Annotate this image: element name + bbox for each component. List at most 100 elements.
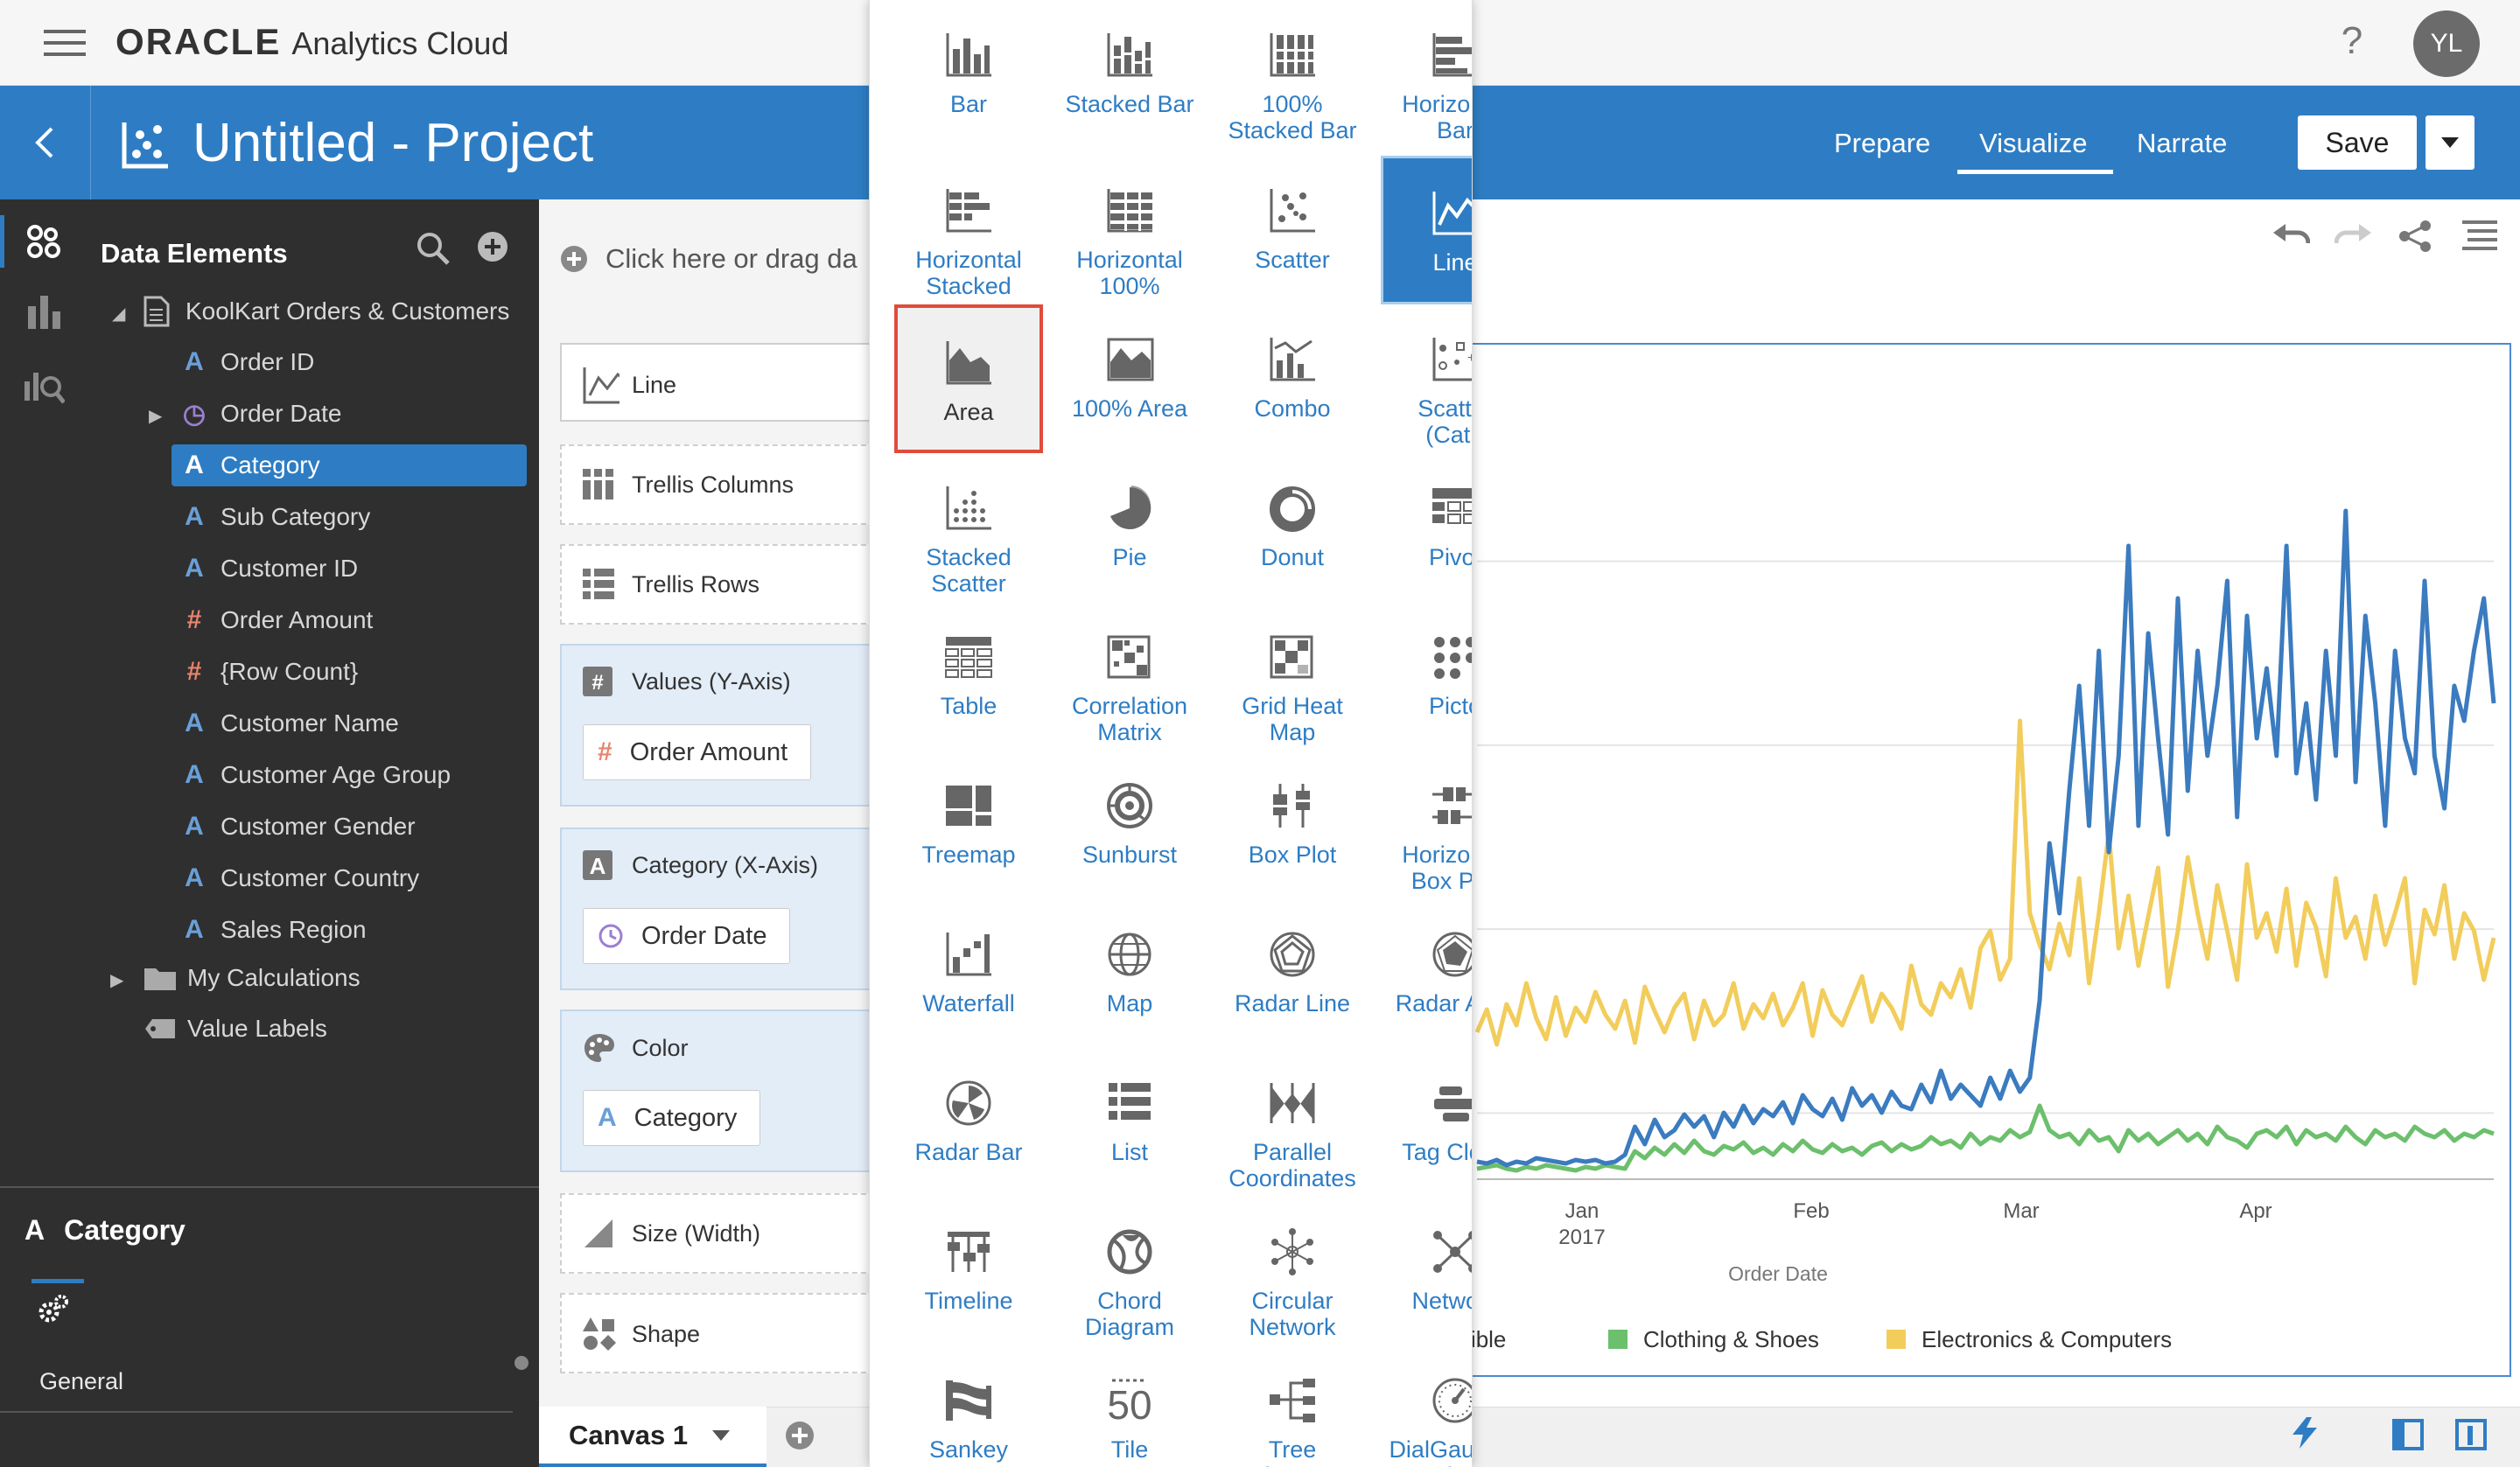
hamburger-menu-icon[interactable]	[44, 28, 86, 58]
viz-type-scatter[interactable]: Scatter	[1218, 156, 1367, 304]
viz-type-pivot[interactable]: Pivot	[1381, 453, 1472, 602]
canvas-tab[interactable]: Canvas 1	[539, 1407, 766, 1467]
viz-type-radar-line[interactable]: Radar Line	[1218, 899, 1367, 1048]
back-button[interactable]	[0, 86, 91, 199]
gear-icon[interactable]	[35, 1293, 70, 1328]
order-date-expand-icon[interactable]: ▶	[149, 405, 162, 427]
tab-narrate[interactable]: Narrate	[2137, 128, 2227, 159]
viz-type-scatter-cat[interactable]: + Scatter(Cat.)	[1381, 304, 1472, 453]
visualizations-icon[interactable]	[28, 294, 63, 329]
data-element-item[interactable]: # {Row Count}	[172, 651, 359, 693]
properties-general-label[interactable]: General	[39, 1368, 123, 1395]
values-y-axis-dropzone[interactable]: # Values (Y-Axis) # Order Amount	[560, 644, 875, 807]
viz-type-tree-diagram[interactable]: TreeDiagram	[1218, 1345, 1367, 1467]
viz-type-area[interactable]: Area	[894, 304, 1043, 453]
panel-resize-handle[interactable]	[514, 1356, 528, 1370]
tab-prepare[interactable]: Prepare	[1834, 128, 1930, 159]
menu-lines-icon[interactable]	[2462, 220, 2497, 250]
save-button[interactable]: Save	[2298, 115, 2417, 170]
viz-type-map[interactable]: Map	[1055, 899, 1204, 1048]
viz-type-pie[interactable]: Pie	[1055, 453, 1204, 602]
data-element-item[interactable]: A Customer ID	[172, 548, 358, 590]
save-dropdown-button[interactable]	[2426, 115, 2474, 170]
viz-type-bar[interactable]: Bar	[894, 0, 1043, 149]
order-amount-pill[interactable]: # Order Amount	[583, 724, 812, 780]
viz-type-chord-diagram[interactable]: Chord Diagram	[1055, 1197, 1204, 1345]
viz-type-tile[interactable]: 50 Tile	[1055, 1345, 1204, 1467]
data-element-item[interactable]: A Sales Region	[172, 909, 366, 951]
viz-type-parallel-coordinates[interactable]: Parallel Coordinates	[1218, 1048, 1367, 1197]
viz-type-treemap[interactable]: Treemap	[894, 751, 1043, 899]
add-icon[interactable]	[477, 231, 508, 262]
trellis-columns-dropzone[interactable]: Trellis Columns	[560, 444, 875, 525]
viz-type-tag-cloud[interactable]: Tag Cloud	[1381, 1048, 1472, 1197]
series-line-0[interactable]	[1476, 508, 2496, 1168]
lightning-icon[interactable]	[2291, 1417, 2320, 1449]
order-date-pill[interactable]: Order Date	[583, 908, 791, 964]
viz-type-percent-stacked-bar[interactable]: 100% Stacked Bar	[1218, 0, 1367, 149]
viz-type-stacked-bar[interactable]: Stacked Bar	[1055, 0, 1204, 149]
analytics-icon[interactable]	[24, 366, 65, 406]
help-icon[interactable]: ?	[2334, 19, 2370, 63]
redo-icon[interactable]	[2334, 220, 2371, 252]
viz-type-circular-network[interactable]: Circular Network	[1218, 1197, 1367, 1345]
viz-type-waterfall[interactable]: Waterfall	[894, 899, 1043, 1048]
category-x-axis-dropzone[interactable]: A Category (X-Axis) Order Date	[560, 828, 875, 990]
value-labels-item[interactable]: Value Labels	[144, 1008, 327, 1050]
avatar[interactable]: YL	[2413, 10, 2480, 77]
data-element-item[interactable]: A Customer Name	[172, 702, 399, 744]
data-element-item[interactable]: ◷ Order Date	[172, 393, 342, 435]
viz-type-percent-area[interactable]: 100% Area	[1055, 304, 1204, 453]
viz-type-donut[interactable]: Donut	[1218, 453, 1367, 602]
viz-type-grid-heat-map[interactable]: Grid Heat Map	[1218, 602, 1367, 751]
viz-type-line[interactable]: Line	[1381, 156, 1472, 304]
legend-label[interactable]: Electronics & Computers	[1922, 1326, 2172, 1352]
tab-visualize[interactable]: Visualize	[1979, 128, 2088, 159]
data-element-item[interactable]: A Customer Age Group	[172, 754, 451, 796]
color-dropzone[interactable]: Color A Category	[560, 1009, 875, 1172]
data-element-item[interactable]: A Customer Gender	[172, 806, 415, 848]
data-element-item[interactable]: A Sub Category	[172, 496, 370, 538]
legend-label[interactable]: Clothing & Shoes	[1643, 1326, 1819, 1352]
panel-layout-left-icon[interactable]	[2392, 1419, 2424, 1450]
calc-expand-icon[interactable]: ▶	[110, 969, 123, 991]
viz-type-horizontal-percent[interactable]: Horizontal 100%	[1055, 156, 1204, 304]
data-element-item[interactable]: A Customer Country	[172, 857, 419, 899]
viz-type-timeline[interactable]: Timeline	[894, 1197, 1043, 1345]
undo-icon[interactable]	[2273, 220, 2310, 252]
color-category-pill[interactable]: A Category	[583, 1090, 761, 1146]
viz-type-sunburst[interactable]: Sunburst	[1055, 751, 1204, 899]
viz-type-sankey[interactable]: Sankey	[894, 1345, 1043, 1467]
viz-type-correlation-matrix[interactable]: Correlation Matrix	[1055, 602, 1204, 751]
trellis-rows-dropzone[interactable]: Trellis Rows	[560, 544, 875, 625]
search-icon[interactable]	[416, 231, 451, 266]
data-element-item[interactable]: A Category	[172, 444, 527, 486]
share-icon[interactable]	[2398, 220, 2432, 252]
viz-type-combo[interactable]: Combo	[1218, 304, 1367, 453]
viz-type-box-plot[interactable]: Box Plot	[1218, 751, 1367, 899]
viz-type-table[interactable]: Table	[894, 602, 1043, 751]
viz-type-stacked-scatter[interactable]: Stacked Scatter	[894, 453, 1043, 602]
drop-hint[interactable]: Click here or drag da	[560, 243, 858, 275]
viz-type-selector[interactable]: Line	[560, 343, 875, 422]
page-title[interactable]: Untitled - Project	[192, 112, 593, 174]
viz-type-dial-gauge[interactable]: DialGaugeViz Plugin	[1381, 1345, 1472, 1467]
line-chart[interactable]: Jan2017FebMarAprOrder DateudibleClothing…	[1454, 345, 2510, 1375]
series-line-2[interactable]	[1474, 718, 2496, 1047]
data-element-item[interactable]: # Order Amount	[172, 599, 374, 641]
dataset-collapse-icon[interactable]: ◢	[112, 303, 125, 325]
viz-type-horizontal-bar[interactable]: HorizontalBar	[1381, 0, 1472, 149]
data-element-item[interactable]: A Order ID	[172, 341, 314, 383]
add-canvas-icon[interactable]	[785, 1421, 815, 1450]
dataset-item[interactable]: KoolKart Orders & Customers	[144, 290, 509, 332]
viz-type-horizontal-stacked[interactable]: Horizontal Stacked	[894, 156, 1043, 304]
viz-type-picto[interactable]: Picto	[1381, 602, 1472, 751]
viz-type-horizontal-box-plot[interactable]: HorizontalBox Plot	[1381, 751, 1472, 899]
shape-dropzone[interactable]: Shape	[560, 1293, 875, 1373]
my-calculations-folder[interactable]: My Calculations	[144, 957, 360, 999]
viz-type-network[interactable]: Network	[1381, 1197, 1472, 1345]
size-dropzone[interactable]: Size (Width)	[560, 1193, 875, 1274]
viz-type-list[interactable]: List	[1055, 1048, 1204, 1197]
panel-layout-right-icon[interactable]	[2455, 1419, 2487, 1450]
viz-type-radar-bar[interactable]: Radar Bar	[894, 1048, 1043, 1197]
